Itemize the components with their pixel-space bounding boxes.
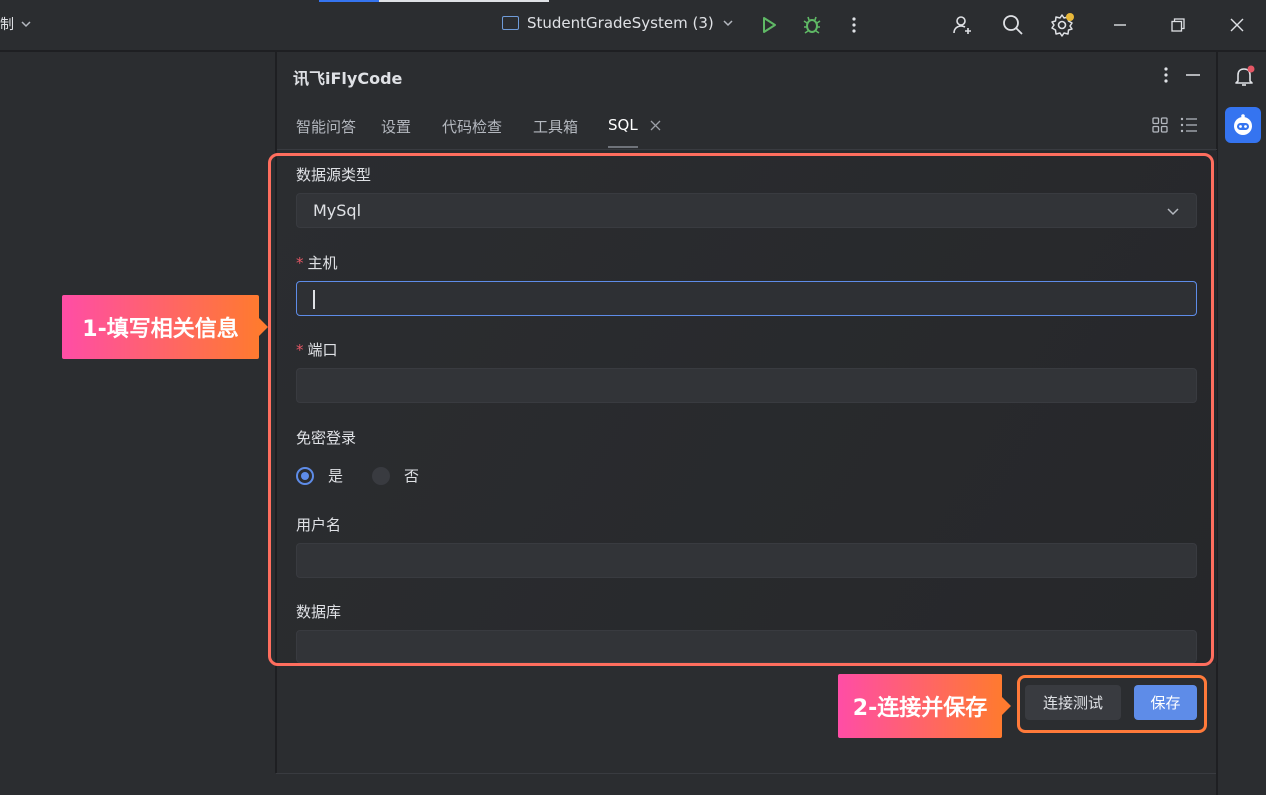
form-highlight-box <box>268 153 1214 666</box>
tab-qa[interactable]: 智能问答 <box>296 116 356 137</box>
chevron-down-icon <box>21 21 31 28</box>
grid-view-icon[interactable] <box>1152 117 1168 133</box>
step2-callout-pointer <box>1002 697 1011 715</box>
debug-button[interactable] <box>800 13 824 37</box>
tab-toolbox[interactable]: 工具箱 <box>533 116 578 137</box>
more-actions-button[interactable] <box>842 13 866 37</box>
search-button[interactable] <box>1001 13 1025 37</box>
debug-icon <box>803 16 821 34</box>
tab-code-check[interactable]: 代码检查 <box>442 116 502 137</box>
restore-icon <box>1171 18 1185 32</box>
editor-area <box>0 52 275 773</box>
list-view-icon[interactable] <box>1180 117 1198 133</box>
more-vertical-icon[interactable] <box>1163 66 1169 84</box>
step2-callout: 2-连接并保存 <box>838 674 1002 738</box>
main-menu-label: 制 <box>0 17 14 33</box>
minimize-icon[interactable] <box>1185 67 1201 83</box>
minimize-window-button[interactable] <box>1108 13 1132 37</box>
settings-button[interactable] <box>1050 13 1074 37</box>
project-name: StudentGradeSystem (3) <box>527 14 714 32</box>
robot-icon <box>1234 114 1252 135</box>
panel-title: 讯飞iFlyCode <box>293 69 403 88</box>
panel-bottom-strip <box>276 773 1216 795</box>
step1-callout-pointer <box>259 318 268 336</box>
active-tab-indicator <box>608 146 638 148</box>
run-button[interactable] <box>757 13 781 37</box>
window-icon <box>502 16 519 30</box>
progress-indicator-track <box>379 0 549 2</box>
step1-callout: 1-填写相关信息 <box>62 295 259 359</box>
buttons-highlight-box <box>1017 675 1207 733</box>
add-user-icon <box>953 16 971 34</box>
status-bar <box>0 773 276 795</box>
chevron-down-icon <box>723 20 733 27</box>
restore-window-button[interactable] <box>1166 13 1190 37</box>
tab-sql[interactable]: SQL <box>608 116 638 134</box>
more-vertical-icon <box>852 17 856 33</box>
settings-icon <box>1051 13 1074 37</box>
minimize-icon <box>1114 24 1126 26</box>
title-bar: 制 StudentGradeSystem (3) <box>0 0 1266 51</box>
panel-tabs: 智能问答 设置 代码检查 工具箱 SQL <box>277 102 1217 150</box>
iflycode-assistant-button[interactable] <box>1225 107 1261 143</box>
run-icon <box>763 17 776 33</box>
project-selector[interactable]: StudentGradeSystem (3) <box>502 14 734 32</box>
close-icon <box>1230 18 1244 32</box>
progress-indicator <box>319 0 379 2</box>
search-icon <box>1003 15 1023 35</box>
bell-icon[interactable] <box>1232 64 1256 88</box>
tab-settings[interactable]: 设置 <box>381 116 411 137</box>
right-tool-strip <box>1217 52 1266 795</box>
panel-header: 讯飞iFlyCode <box>277 52 1217 102</box>
close-window-button[interactable] <box>1225 13 1249 37</box>
add-user-button[interactable] <box>951 13 975 37</box>
main-menu-dropdown[interactable]: 制 <box>0 14 32 34</box>
tab-close-icon[interactable] <box>650 120 661 131</box>
